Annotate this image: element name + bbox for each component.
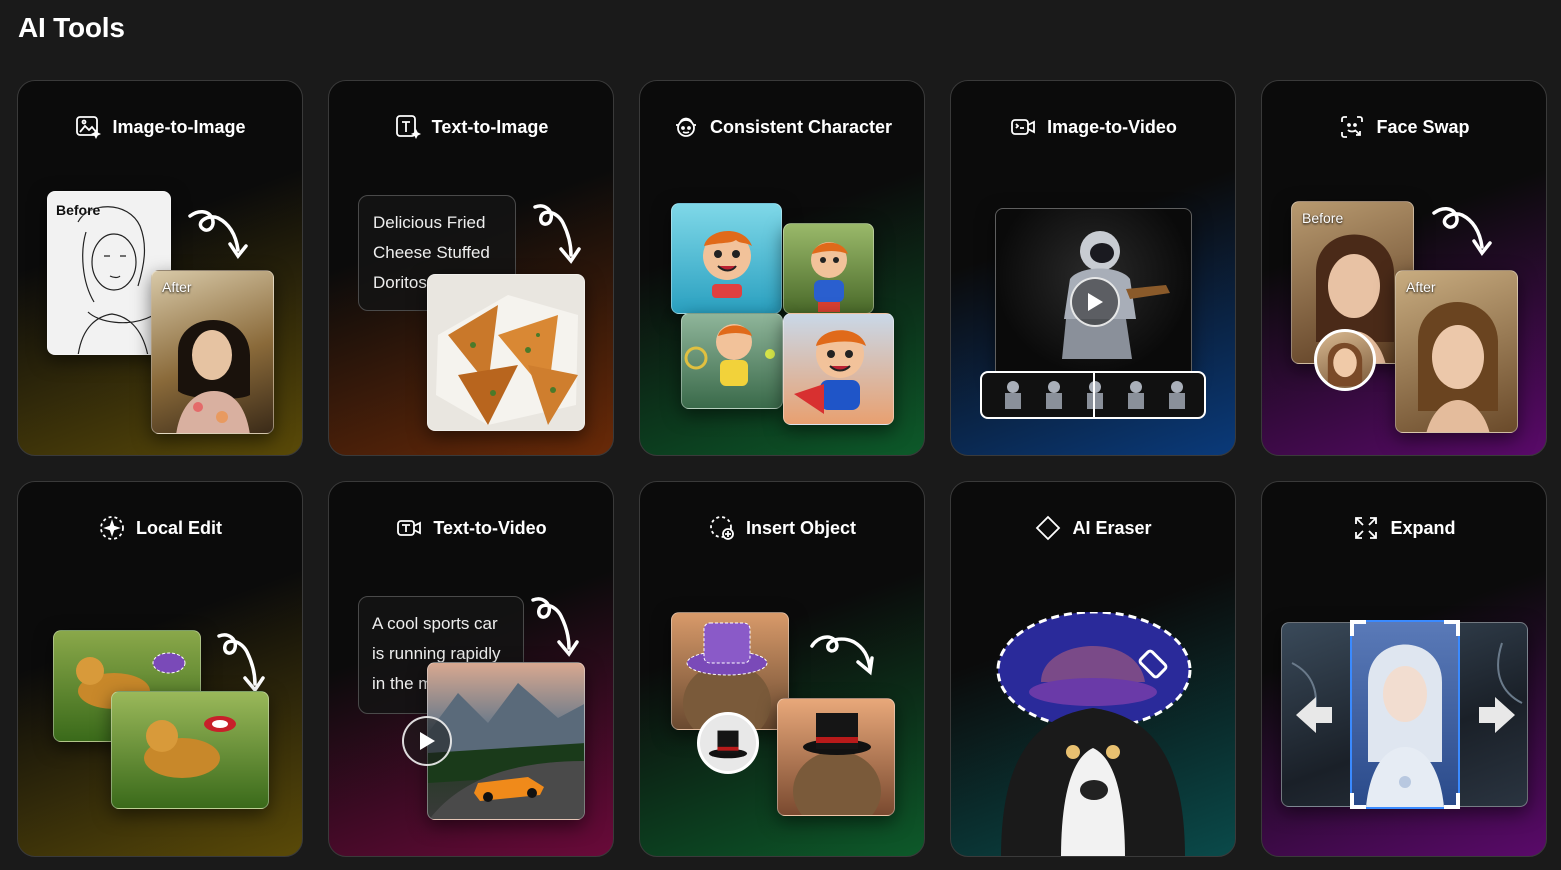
image-sparkle-icon [76,116,102,140]
generated-image [427,274,585,431]
hat-object-circle [697,712,759,774]
text-sparkle-icon [395,115,421,140]
card-image-to-image[interactable]: Image-to-Image Before After [17,80,303,456]
crop-corner[interactable] [1444,793,1460,809]
after-image [111,691,269,809]
before-label: Before [56,202,101,218]
card-title: Text-to-Image [431,116,549,137]
curly-arrow-icon [810,635,874,676]
crop-corner[interactable] [1444,620,1460,636]
expand-icon [1355,517,1378,539]
eraser-preview-image [996,612,1192,856]
timeline-strip[interactable] [980,371,1206,419]
card-face-swap[interactable]: Face Swap Before After [1261,80,1547,456]
text-video-icon [397,520,422,536]
card-header: AI Eraser [951,514,1235,542]
before-label: Before [1302,210,1344,226]
card-image-to-video[interactable]: Image-to-Video [950,80,1236,456]
card-header: Text-to-Video [329,514,613,542]
dashed-plus-icon [710,516,734,540]
card-header: Face Swap [1262,113,1546,141]
character-image-4 [783,313,894,425]
play-icon [420,732,435,750]
card-header: Image-to-Image [18,113,302,141]
after-image: After [1395,270,1518,433]
timeline-frame [1004,381,1021,409]
after-image [777,698,895,816]
card-header: Insert Object [640,514,924,542]
curly-arrow-icon [533,204,581,264]
character-image-3 [681,313,783,409]
eraser-icon [1036,515,1061,541]
timeline-frame [1045,381,1062,409]
page-title: AI Tools [18,12,125,43]
play-icon [1088,293,1103,311]
card-consistent-character[interactable]: Consistent Character [639,80,925,456]
card-insert-object[interactable]: Insert Object [639,481,925,857]
timeline-frame [1128,381,1145,409]
card-title: Face Swap [1376,116,1470,137]
card-title: Insert Object [745,517,857,538]
character-image-2 [783,223,874,314]
card-ai-eraser[interactable]: AI Eraser [950,481,1236,857]
card-header: Local Edit [18,514,302,542]
card-header: Text-to-Image [329,113,613,141]
card-title: Expand [1390,517,1456,538]
after-label: After [1406,279,1436,295]
character-icon [675,117,696,137]
dashed-sparkle-icon [100,516,124,540]
after-image: After [151,270,274,434]
play-button[interactable] [1070,277,1120,327]
card-title: Local Edit [135,517,222,538]
card-title: AI Eraser [1072,517,1152,538]
card-header: Consistent Character [640,113,924,141]
curly-arrow-icon [217,633,265,693]
card-text-to-image[interactable]: Text-to-Image Delicious Fried Cheese Stu… [328,80,614,456]
face-source-avatar [1314,329,1376,391]
card-expand[interactable]: Expand [1261,481,1547,857]
curly-arrow-icon [1432,207,1492,256]
card-title: Text-to-Video [433,517,547,538]
video-camera-icon [1011,119,1036,135]
tools-grid: Image-to-Image Before After Text-to-Imag… [17,80,1548,860]
timeline-frame [1169,381,1186,409]
crop-corner[interactable] [1350,793,1366,809]
face-swap-icon [1341,116,1364,138]
expand-focus-image[interactable] [1350,620,1460,809]
card-header: Image-to-Video [951,113,1235,141]
character-image-1 [671,203,782,314]
card-text-to-video[interactable]: Text-to-Video A cool sports car is runni… [328,481,614,857]
card-title: Image-to-Image [112,116,246,137]
card-title: Consistent Character [709,116,893,137]
curly-arrow-icon [531,597,579,657]
crop-corner[interactable] [1350,620,1366,636]
after-label: After [162,279,192,295]
card-header: Expand [1262,514,1546,542]
timeline-playhead[interactable] [1093,373,1095,417]
card-local-edit[interactable]: Local Edit [17,481,303,857]
curly-arrow-icon [188,210,248,259]
play-button[interactable] [402,716,452,766]
card-title: Image-to-Video [1047,116,1177,137]
